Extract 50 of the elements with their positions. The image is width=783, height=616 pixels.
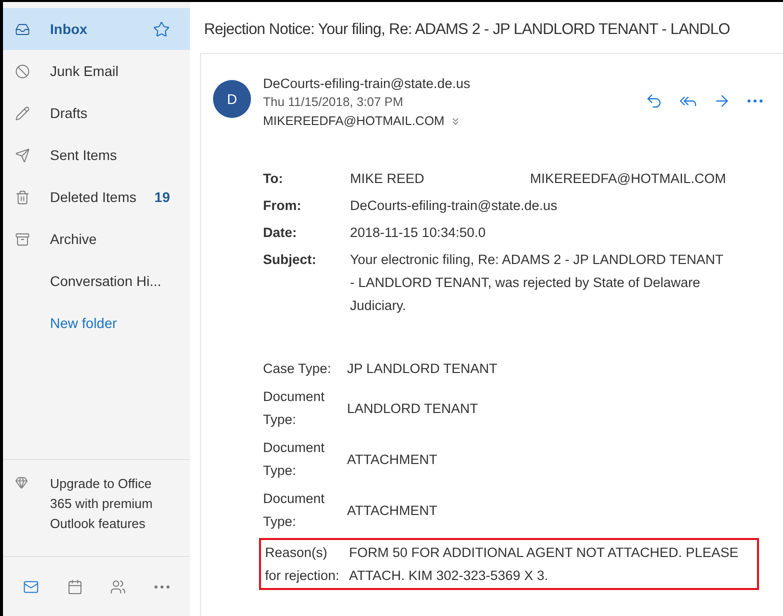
folder-item[interactable]: Archive xyxy=(3,218,190,260)
sent-date: Thu 11/15/2018, 3:07 PM xyxy=(263,94,404,112)
field-value: 2018-11-15 10:34:50.0 xyxy=(350,224,486,242)
detail-label: Reason(s) for rejection: xyxy=(265,544,340,586)
detail-label: Document Type: xyxy=(263,490,326,532)
trash-icon xyxy=(15,190,30,204)
diamond-icon xyxy=(15,476,28,489)
reply-button[interactable] xyxy=(645,92,663,110)
sender-address[interactable]: DeCourts-efiling-train@state.de.us xyxy=(263,74,470,94)
more-icon[interactable] xyxy=(154,584,170,588)
field-value: Your electronic filing, Re: ADAMS 2 - JP LANDLORD TENANT - LANDLORD TENANT, was rejected by State of Delaware Judiciary. xyxy=(350,251,724,316)
archive-icon xyxy=(15,232,30,246)
field-label: From: xyxy=(263,197,302,216)
star-icon[interactable] xyxy=(153,20,170,38)
field-value: DeCourts-efiling-train@state.de.us xyxy=(350,197,558,216)
inbox-icon xyxy=(15,22,30,36)
reply-icon xyxy=(645,92,663,110)
folder-item[interactable]: Sent Items xyxy=(3,134,190,176)
detail-value: ATTACHMENT xyxy=(347,450,438,469)
field-value: MIKEREEDFA@HOTMAIL.COM xyxy=(530,170,726,188)
detail-label: Document Type: xyxy=(263,388,326,430)
detail-label: Case Type: xyxy=(263,360,332,378)
detail-value: LANDLORD TENANT xyxy=(347,400,478,418)
detail-value: ATTACHMENT xyxy=(347,502,438,520)
detail-value: FORM 50 FOR ADDITIONAL AGENT NOT ATTACHED. PLEASE ATTACH. KIM 302-323-5369 X 3. xyxy=(349,544,740,586)
more-icon xyxy=(747,99,763,104)
field-label: To: xyxy=(263,170,284,188)
field-value: MIKE REED xyxy=(350,170,426,188)
folder-item[interactable]: Inbox xyxy=(3,8,190,50)
folder-item[interactable]: Drafts xyxy=(3,92,190,134)
blocked-icon xyxy=(15,64,30,78)
unread-count: 19 xyxy=(154,188,170,206)
detail-label: Document Type: xyxy=(263,439,326,480)
send-icon xyxy=(15,148,30,162)
folder-item[interactable]: Deleted Items 19 xyxy=(3,176,190,218)
sender-avatar: D xyxy=(213,80,251,118)
folder-item[interactable]: Conversation Hi... xyxy=(3,260,190,302)
recipient-address: MIKEREEDFA@HOTMAIL.COM xyxy=(263,113,444,130)
pencil-icon xyxy=(15,106,30,120)
detail-value: JP LANDLORD TENANT xyxy=(347,360,498,378)
expand-icon[interactable] xyxy=(450,116,462,128)
upgrade-promo[interactable]: Upgrade to Office 365 with premium Outlook features xyxy=(50,474,162,534)
people-icon[interactable] xyxy=(110,578,126,594)
message-subject: Rejection Notice: Your filing, Re: ADAMS 2 - JP LANDLORD TENANT - LANDLO xyxy=(203,20,731,40)
field-label: Subject: xyxy=(263,251,318,270)
folder-item[interactable]: New folder xyxy=(3,302,190,344)
mail-icon[interactable] xyxy=(22,578,39,594)
calendar-icon[interactable] xyxy=(66,578,83,594)
field-label: Date: xyxy=(263,224,298,242)
folder-item[interactable]: Junk Email xyxy=(3,50,190,92)
